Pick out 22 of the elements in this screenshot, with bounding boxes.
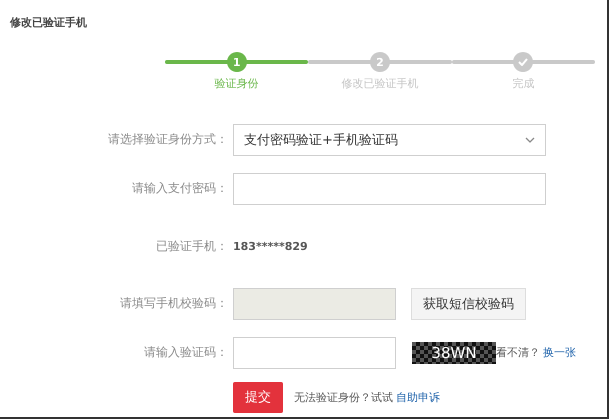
- step-label: 修改已验证手机: [341, 76, 418, 91]
- step-label: 验证身份: [214, 76, 259, 91]
- field-label: 请填写手机校验码：: [119, 295, 229, 312]
- page-title: 修改已验证手机: [8, 15, 88, 30]
- check-icon: [513, 52, 534, 72]
- refresh-captcha-link[interactable]: 换一张: [543, 345, 576, 360]
- submit-button[interactable]: 提交: [233, 382, 283, 412]
- field-label: 请输入支付密码：: [131, 180, 229, 197]
- field-label: 已验证手机：: [155, 238, 229, 254]
- password-field[interactable]: [233, 172, 546, 204]
- help-text: 无法验证身份？试试: [294, 390, 393, 404]
- captcha-hint: 看不清？: [496, 345, 540, 360]
- chevron-down-icon: [525, 136, 535, 142]
- step-label: 完成: [512, 76, 534, 91]
- captcha-field[interactable]: [233, 336, 396, 368]
- step-number: 1: [226, 52, 247, 72]
- field-label: 请选择验证身份方式：: [107, 131, 229, 148]
- phone-number: 183*****829: [233, 240, 308, 252]
- captcha-image: 38WN: [412, 342, 496, 364]
- field-label: 请输入验证码：: [143, 344, 229, 361]
- self-service-appeal-link[interactable]: 自助申诉: [396, 390, 440, 404]
- verification-method-select[interactable]: 支付密码验证+手机验证码: [233, 124, 546, 156]
